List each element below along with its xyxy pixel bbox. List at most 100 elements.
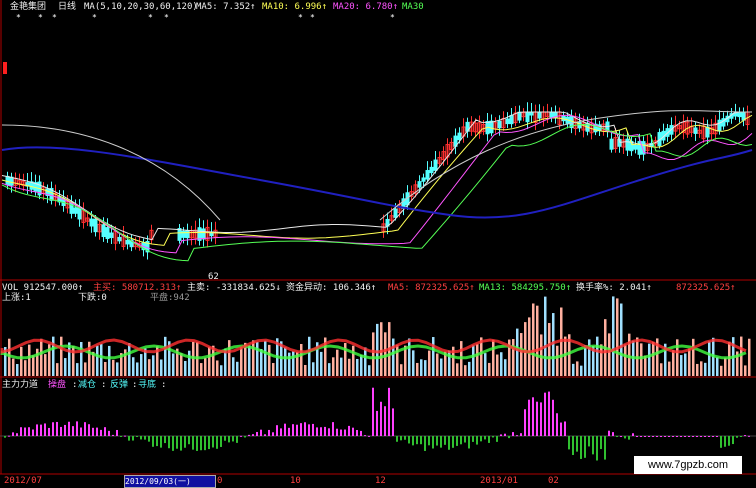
left-scroll-marker[interactable] [3, 62, 7, 74]
indicator-bar-70 [284, 423, 286, 436]
volume-bar-58 [236, 361, 239, 376]
indicator-bar-69 [280, 428, 282, 436]
indicator-bar-171 [688, 436, 690, 437]
flat-count: 平盘:942 [150, 293, 190, 303]
volume-bar-133 [536, 305, 539, 376]
indicator-bar-169 [680, 436, 682, 437]
indicator-bar-34 [140, 436, 142, 440]
indicator-bar-119 [480, 436, 482, 442]
indicator-bar-108 [436, 436, 438, 446]
indicator-bar-84 [340, 429, 342, 436]
indicator-bar-92 [372, 387, 374, 436]
indicator-bar-21 [88, 424, 90, 436]
indicator-bar-178 [716, 436, 718, 437]
candle-body-37 [177, 228, 182, 241]
indicator-bar-130 [524, 409, 526, 436]
volume-bar-120 [484, 353, 487, 376]
indicator-bar-79 [320, 427, 322, 436]
indicator-bar-80 [324, 426, 326, 436]
volume-bar-44 [180, 353, 183, 376]
indicator-bar-173 [696, 436, 698, 437]
indicator-bar-174 [700, 436, 702, 437]
indicator-bar-85 [344, 429, 346, 436]
indicator-bar-38 [156, 436, 158, 447]
date-label-3: 12 [375, 476, 386, 486]
indicator-bar-183 [736, 436, 738, 438]
volume-bar-179 [720, 365, 723, 376]
indicator-bar-86 [348, 425, 350, 436]
indicator-bar-8 [36, 424, 38, 436]
period-label[interactable]: 日线 [58, 2, 76, 13]
volume-bar-75 [304, 364, 307, 376]
date-label-1: 0 [217, 476, 223, 486]
candle-body-137 [741, 111, 746, 121]
indicator-bar-113 [456, 436, 458, 446]
candle-body-21 [89, 218, 94, 227]
volume-bar-40 [164, 336, 167, 376]
volume-bar-4 [20, 346, 23, 376]
turnover-value: 换手率%: 2.041↑ [576, 283, 652, 293]
indicator-bar-74 [300, 423, 302, 436]
volume-bar-6 [28, 344, 31, 376]
volume-bar-146 [588, 339, 591, 376]
indicator-bar-105 [424, 436, 426, 451]
volume-bar-162 [652, 341, 655, 376]
candle-body-104 [609, 138, 614, 150]
cursor-date: 2012/09/03(一) [124, 475, 216, 488]
candle-body-108 [625, 138, 630, 151]
stock-name: 金艳集团 [10, 2, 47, 12]
indicator-bar-143 [576, 436, 578, 452]
volume-bar-84 [340, 357, 343, 376]
volume-bar-56 [228, 340, 231, 376]
volume-bar-3 [16, 364, 19, 376]
candle-body-125 [693, 127, 698, 134]
volume-bar-172 [692, 338, 695, 376]
indicator-bar-78 [316, 427, 318, 436]
volume-bar-98 [396, 344, 399, 376]
kline-chart-canvas[interactable]: * * * * * * * * * [0, 0, 756, 487]
volume-bar-76 [308, 336, 311, 376]
indicator-bar-16 [68, 421, 70, 436]
volume-bar-116 [468, 361, 471, 376]
candle-body-28 [117, 236, 122, 242]
indicator-bar-146 [588, 436, 590, 447]
indicator-bar-140 [564, 421, 566, 436]
vol-ma-last-value: 872325.625↑ [676, 283, 736, 293]
indicator-bar-125 [504, 433, 506, 436]
volume-bar-107 [432, 337, 435, 376]
indicator-bar-25 [104, 427, 106, 436]
indicator-bar-153 [616, 436, 618, 437]
candle-body-60 [433, 159, 438, 171]
indicator-bar-161 [648, 436, 650, 437]
volume-bar-117 [472, 345, 475, 376]
indicator-bar-73 [296, 424, 298, 436]
candle-body-59 [429, 166, 434, 174]
volume-bar-19 [80, 342, 83, 376]
indicator-bar-53 [216, 436, 218, 449]
candle-body-83 [525, 111, 530, 123]
fund-flow-value: 资金异动: 106.346↑ [286, 283, 377, 293]
volume-bar-20 [84, 362, 87, 376]
indicator-bar-117 [472, 436, 474, 442]
indicator-bar-55 [224, 436, 226, 441]
volume-bar-161 [648, 343, 651, 376]
indicator-bar-60 [244, 436, 246, 438]
indicator-bar-156 [628, 436, 630, 440]
indicator-bar-170 [684, 436, 686, 437]
indicator-bar-102 [412, 436, 414, 446]
candle-body-30 [125, 239, 130, 245]
volume-bar-39 [160, 359, 163, 376]
volume-bar-178 [716, 357, 719, 376]
indicator-bar-67 [272, 432, 274, 436]
indicator-bar-91 [368, 435, 370, 437]
indicator-bar-104 [420, 436, 422, 445]
candle-body-79 [509, 114, 514, 125]
indicator-bar-164 [660, 436, 662, 437]
indicator-bar-42 [172, 436, 174, 451]
volume-bar-24 [100, 344, 103, 376]
indicator-bar-41 [168, 436, 170, 449]
indicator-bar-118 [476, 436, 478, 445]
volume-bar-66 [268, 344, 271, 376]
indicator-bar-57 [232, 436, 234, 442]
bottom-label: 寻底 [138, 380, 157, 390]
